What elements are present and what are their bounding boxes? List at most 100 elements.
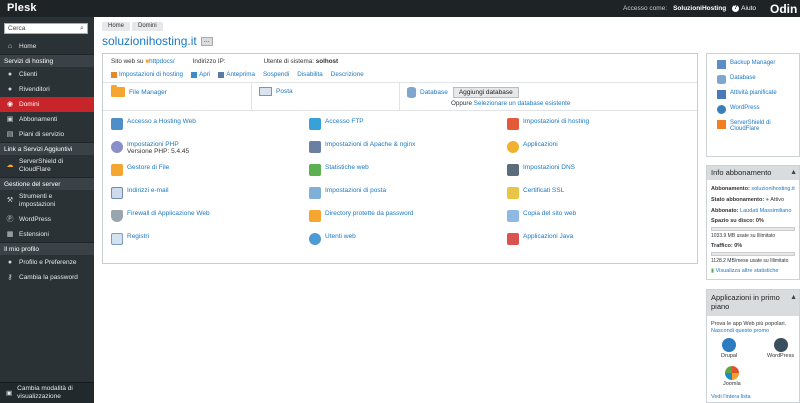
plesk-logo[interactable]: Plesk — [7, 2, 37, 14]
action-open[interactable]: Apri — [191, 71, 210, 78]
sidebar-section-links[interactable]: Link a Servizi Aggiuntivi — [0, 142, 94, 155]
action-label: Disabilita — [297, 71, 323, 78]
sysuser-info: Utente di sistema: solhost — [264, 58, 339, 65]
collapse-icon[interactable]: ▲ — [790, 166, 797, 180]
more-button[interactable]: ... — [200, 36, 213, 46]
sidebar-item-tools[interactable]: ⚒ Strumenti e impostazioni — [0, 190, 94, 212]
folder-icon — [111, 164, 123, 176]
website-path-link[interactable]: httpdocs/ — [149, 58, 175, 65]
sidebar-section-server[interactable]: Gestione del server — [0, 177, 94, 190]
grid-label: Accesso FTP — [325, 118, 364, 125]
app-joomla[interactable]: Joomla — [723, 366, 741, 387]
user-menu[interactable]: SoluzioniHosting — [673, 5, 726, 12]
grid-email-addresses[interactable]: Indirizzi e-mail — [111, 187, 291, 199]
grid-label: Impostazioni di hosting — [523, 118, 590, 125]
wordpress-link[interactable]: WordPress — [717, 105, 760, 114]
preview-icon — [218, 71, 225, 78]
search-icon[interactable]: ⌕ — [77, 25, 87, 33]
logs-icon — [111, 233, 123, 245]
sidebar-item-wordpress[interactable]: Ⓟ WordPress — [0, 212, 94, 227]
file-manager-label: File Manager — [129, 88, 167, 96]
grid-mail-settings[interactable]: Impostazioni di posta — [309, 187, 489, 199]
servershield-link[interactable]: ServerShield di CloudFlare — [717, 120, 785, 132]
sidebar-item-password[interactable]: ⚷ Cambia la password — [0, 270, 94, 285]
file-manager-link[interactable]: File Manager — [111, 85, 167, 97]
sidebar-item-clients[interactable]: ● Clienti — [0, 67, 94, 82]
change-view-mode[interactable]: ▣ Cambia modalità di visualizzazione — [0, 382, 94, 403]
odin-logo: Odin — [770, 1, 798, 16]
subscription-info-header[interactable]: Info abbonamento ▲ — [707, 166, 799, 180]
grid-java-apps[interactable]: Applicazioni Java — [507, 233, 687, 245]
grid-apache-nginx[interactable]: Impostazioni di Apache & nginx — [309, 141, 489, 153]
breadcrumb-home[interactable]: Home — [102, 22, 131, 31]
mail-link[interactable]: Posta — [259, 87, 293, 96]
disk-usage-bar — [711, 227, 795, 231]
database-icon — [717, 75, 726, 84]
subscriber-link[interactable]: Laudati Massimiliano — [740, 208, 791, 214]
grid-applications[interactable]: Applicazioni — [507, 141, 687, 153]
sidebar-item-service-plans[interactable]: ▤ Piani di servizio — [0, 127, 94, 142]
sidebar-item-servershield[interactable]: ☁ ServerShield di CloudFlare — [0, 155, 94, 177]
app-drupal[interactable]: Drupal — [721, 338, 737, 359]
database-icon — [407, 87, 416, 98]
collapse-icon[interactable]: ▲ — [790, 293, 797, 302]
sidebar-item-label: Clienti — [19, 71, 38, 78]
grid-file-manager[interactable]: Gestore di File — [111, 164, 291, 176]
grid-php-settings[interactable]: Impostazioni PHP Versione PHP: 5.4.45 — [111, 141, 291, 155]
grid-waf[interactable]: Firewall di Applicazione Web — [111, 210, 291, 222]
hide-promo-link[interactable]: Nascondi questo promo — [711, 328, 769, 334]
grid-logs[interactable]: Registri — [111, 233, 291, 245]
sidebar-item-home[interactable]: ⌂ Home — [0, 39, 94, 54]
row-label: Abbonato: — [711, 208, 739, 214]
backup-manager-link[interactable]: Backup Manager — [717, 60, 775, 69]
sidebar-item-resellers[interactable]: ● Rivenditori — [0, 82, 94, 97]
subscription-link[interactable]: soluzionihosting.it — [751, 186, 794, 192]
sidebar-item-domains[interactable]: ◉ Domini — [0, 97, 94, 112]
user-globe-icon — [111, 118, 123, 130]
help-button[interactable]: ? Aiuto — [732, 5, 756, 12]
sidebar-section-hosting[interactable]: Servizi di hosting — [0, 54, 94, 67]
database-link[interactable]: Database — [420, 89, 448, 96]
sidebar-section-profile[interactable]: Il mio profilo — [0, 242, 94, 255]
grid-protected-dirs[interactable]: Directory protette da password — [309, 210, 489, 222]
check-icon: ● — [765, 197, 770, 203]
search-input[interactable]: Cerca ⌕ — [4, 23, 88, 34]
grid-dns-settings[interactable]: Impostazioni DNS — [507, 164, 687, 176]
website-info: Sito web su ■httpdocs/ — [111, 58, 175, 65]
action-description[interactable]: Descrizione — [331, 71, 364, 78]
or-label: Oppure — [451, 100, 473, 107]
action-suspend[interactable]: Sospendi — [263, 71, 289, 78]
action-preview[interactable]: Anteprima — [218, 71, 255, 78]
breadcrumb-domains[interactable]: Domini — [132, 22, 163, 31]
sidebar-item-profile[interactable]: ● Profilo e Preferenze — [0, 255, 94, 270]
web-users-icon — [309, 233, 321, 245]
full-list-link[interactable]: Vedi l'intera lista — [711, 394, 751, 400]
action-hosting-settings[interactable]: Impostazioni di hosting — [111, 71, 183, 78]
website-label: Sito web su — [111, 58, 144, 65]
dns-icon — [507, 164, 519, 176]
scheduled-tasks-link[interactable]: Attività pianificate — [717, 90, 777, 99]
more-stats-link[interactable]: Visualizza altre statistiche — [716, 268, 779, 274]
database-link[interactable]: Database — [717, 75, 756, 84]
folder-icon — [111, 85, 125, 97]
featured-apps-header[interactable]: Applicazioni in primo piano ▲ — [707, 290, 799, 316]
row-label: Traffico: 0% — [711, 243, 743, 249]
java-icon — [507, 233, 519, 245]
grid-ftp-access[interactable]: Accesso FTP — [309, 118, 489, 130]
grid-label: Impostazioni DNS — [523, 164, 576, 171]
grid-web-statistics[interactable]: Statistiche web — [309, 164, 489, 176]
sidebar-item-extensions[interactable]: ▦ Estensioni — [0, 227, 94, 242]
grid-ssl-certificates[interactable]: Certificati SSL — [507, 187, 687, 199]
add-database-button[interactable]: Aggiungi database — [452, 87, 519, 98]
link-label: Backup Manager — [730, 60, 776, 66]
select-database-link[interactable]: Selezionare un database esistente — [474, 100, 571, 107]
grid-website-copy[interactable]: Copia del sito web — [507, 210, 687, 222]
sidebar-item-label: ServerShield di CloudFlare — [19, 158, 64, 173]
sidebar-item-subscriptions[interactable]: ▣ Abbonamenti — [0, 112, 94, 127]
app-wordpress[interactable]: WordPress — [767, 338, 794, 359]
action-disable[interactable]: Disabilita — [297, 71, 323, 78]
grid-web-users[interactable]: Utenti web — [309, 233, 489, 245]
grid-web-hosting-access[interactable]: Accesso a Hosting Web — [111, 118, 291, 130]
grid-hosting-settings[interactable]: Impostazioni di hosting — [507, 118, 687, 130]
mail-icon — [259, 87, 272, 96]
